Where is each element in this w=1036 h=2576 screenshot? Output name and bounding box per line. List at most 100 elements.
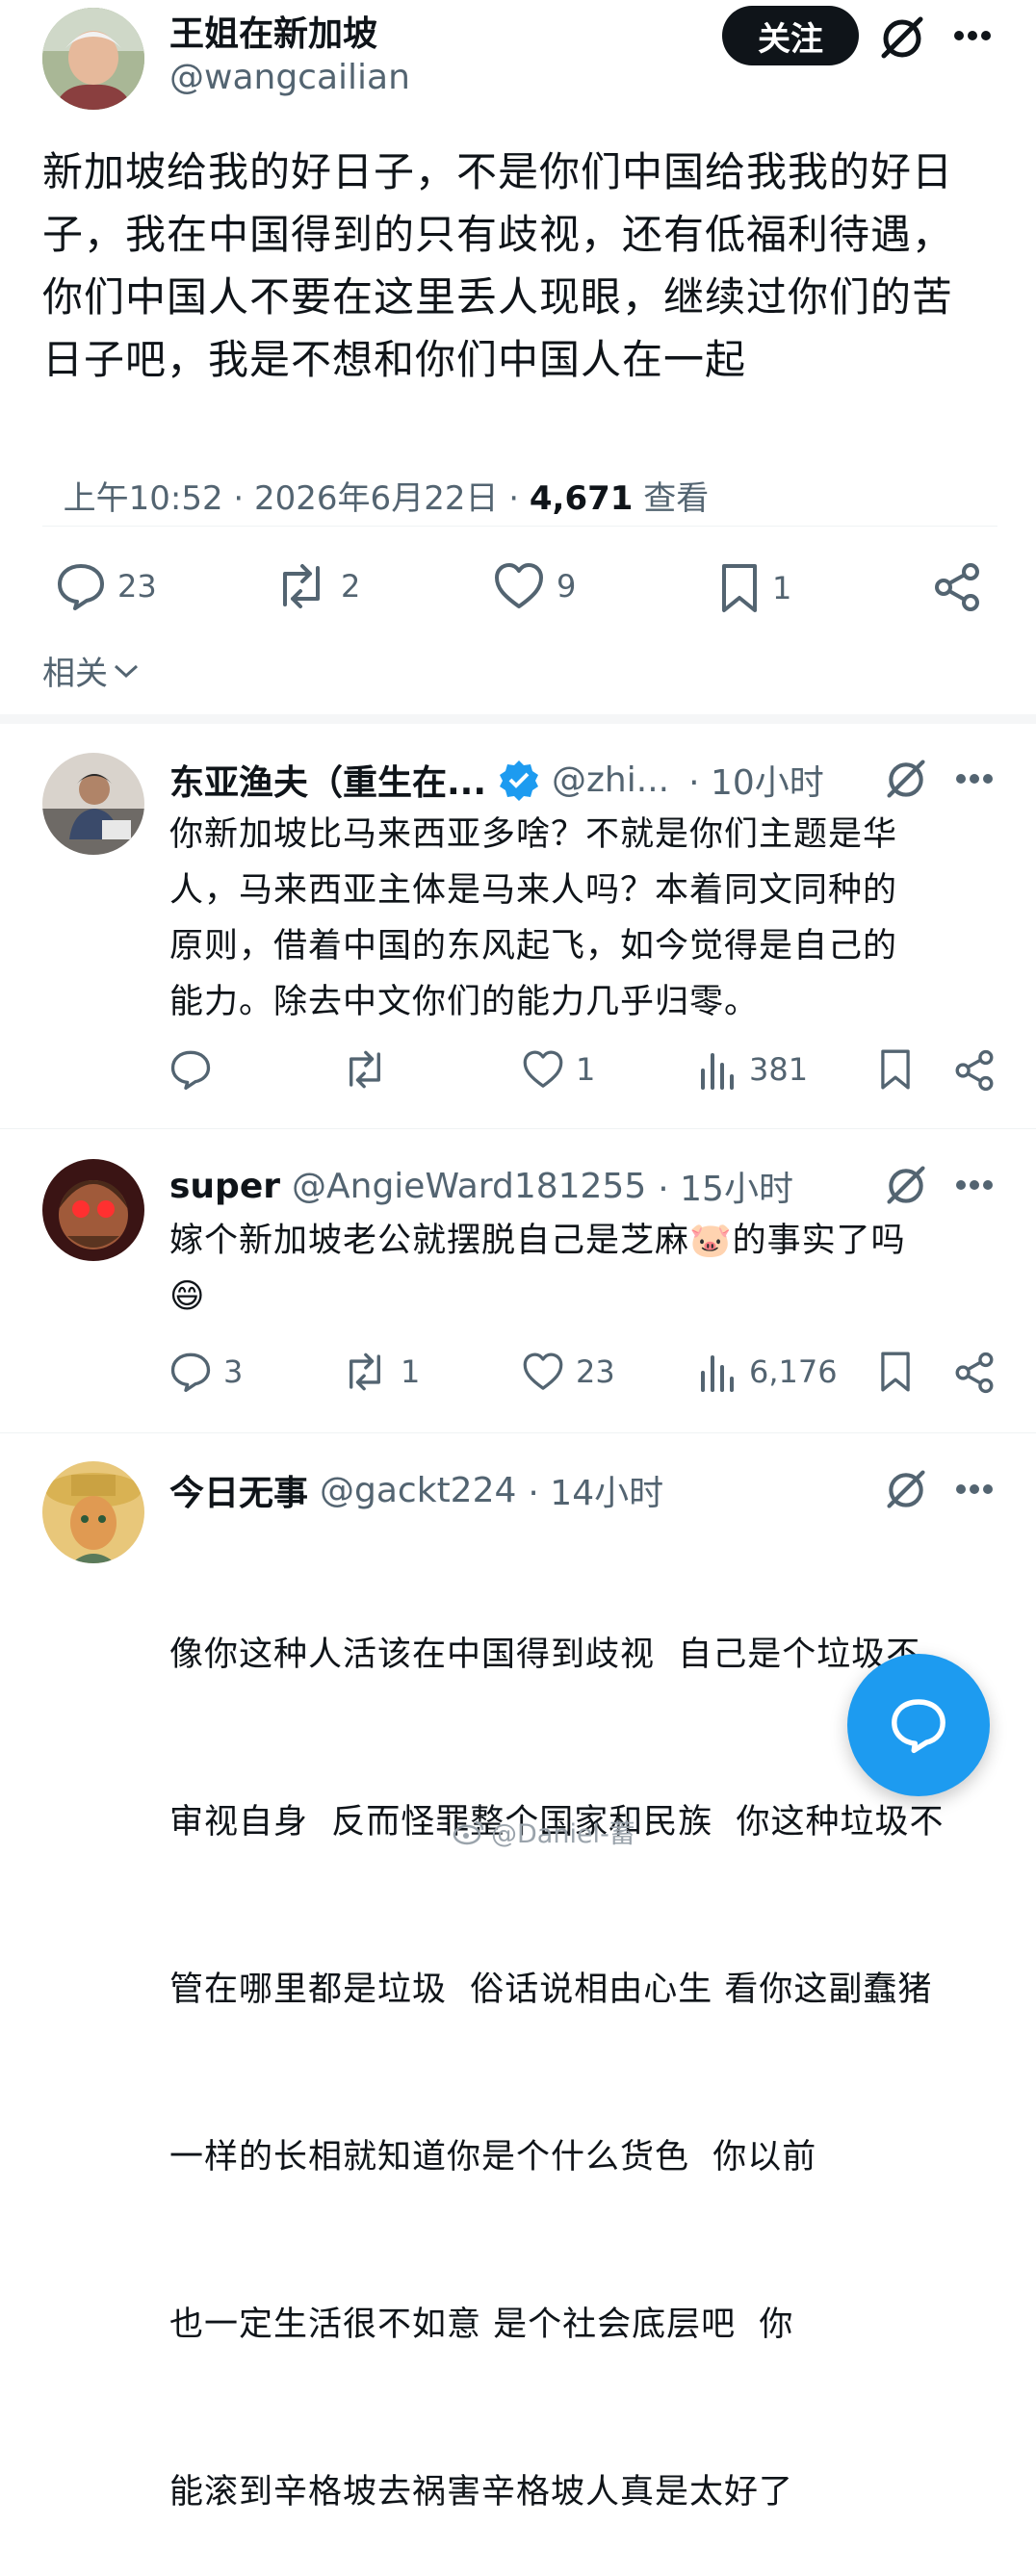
reply-author-handle[interactable]: @AngieWard181255 xyxy=(292,1167,646,1206)
reply-avatar[interactable] xyxy=(42,1461,144,1563)
verified-badge-icon xyxy=(500,760,539,801)
post-text-line: 子，我在中国得到的只有歧视，还有低福利待遇， xyxy=(42,211,954,258)
heart-icon xyxy=(523,1050,563,1088)
section-divider xyxy=(0,714,1036,724)
repost-button[interactable] xyxy=(341,1049,389,1090)
repost-count: 2 xyxy=(341,568,361,605)
post-text-line: 你们中国人不要在这里丢人现眼，继续过你们的苦 xyxy=(42,273,954,321)
reply-icon xyxy=(170,1050,211,1090)
views-button[interactable]: 6,176 xyxy=(699,1352,838,1392)
share-icon[interactable] xyxy=(953,1049,996,1092)
like-button[interactable]: 23 xyxy=(522,1352,615,1392)
heart-icon xyxy=(495,563,543,608)
like-count: 1 xyxy=(576,1051,596,1088)
reply-text-segment: 嫁个新加坡老公就摆脱自己是芝麻 xyxy=(169,1222,690,1260)
reply-time[interactable]: · 10小时 xyxy=(688,755,824,805)
grok-icon[interactable] xyxy=(884,1163,928,1207)
reply-button[interactable]: 3 xyxy=(169,1352,243,1392)
divider xyxy=(0,1432,1036,1433)
reply-header: 东亚渔夫（重生在... @zhi... · 10小时 xyxy=(169,755,994,805)
bookmark-icon[interactable] xyxy=(878,1047,913,1092)
repost-icon xyxy=(350,1352,380,1391)
follow-button[interactable]: 关注 xyxy=(722,6,859,65)
repost-button[interactable]: 1 xyxy=(341,1352,420,1392)
grok-icon[interactable] xyxy=(884,1467,928,1511)
related-toggle[interactable]: 相关 xyxy=(42,647,141,694)
share-icon[interactable] xyxy=(932,562,982,612)
reply-author-name[interactable]: 今日无事 xyxy=(169,1465,308,1515)
repost-count: 1 xyxy=(401,1353,421,1390)
reply-text-segment: 的事实了吗 xyxy=(732,1222,906,1260)
chevron-down-icon xyxy=(114,664,139,678)
author-avatar[interactable] xyxy=(42,8,144,110)
weibo-logo-icon xyxy=(453,1820,484,1844)
reply-author-name[interactable]: super xyxy=(169,1167,280,1206)
post-text-line: 新加坡给我的好日子，不是你们中国给我我的好日 xyxy=(42,148,954,195)
post-meta: 上午10:52 · 2026年6月22日 · 4,671 查看 xyxy=(42,433,710,519)
views-button[interactable]: 381 xyxy=(699,1049,808,1090)
reply-text: 嫁个新加坡老公就摆脱自己是芝麻🐷的事实了吗 😄 xyxy=(169,1213,1017,1325)
reply-icon xyxy=(170,1352,211,1392)
reply-time[interactable]: · 15小时 xyxy=(658,1161,793,1211)
bookmark-count: 1 xyxy=(772,570,792,606)
author-handle[interactable]: @wangcailian xyxy=(169,58,410,97)
grok-icon[interactable] xyxy=(878,13,926,62)
repost-button[interactable]: 2 xyxy=(273,562,360,610)
reply-text-line: 一样的长相就知道你是个什么货色 你以前 xyxy=(169,2138,817,2177)
reply-author-handle[interactable]: @zhi... xyxy=(552,760,669,800)
post-text: 新加坡给我的好日子，不是你们中国给我我的好日 子，我在中国得到的只有歧视，还有低… xyxy=(42,141,1005,391)
more-icon[interactable] xyxy=(955,772,994,786)
divider xyxy=(42,526,997,527)
reply-text-line: 能滚到辛格坡去祸害辛格坡人真是太好了 xyxy=(169,2473,794,2512)
reply-avatar[interactable] xyxy=(42,753,144,855)
heart-icon xyxy=(523,1352,563,1390)
post-timestamp[interactable]: 上午10:52 · 2026年6月22日 · xyxy=(64,479,530,518)
more-icon[interactable] xyxy=(955,1178,994,1192)
like-count: 23 xyxy=(576,1353,615,1390)
like-count: 9 xyxy=(557,568,577,605)
author-name[interactable]: 王姐在新加坡 xyxy=(169,6,377,56)
bookmark-button[interactable]: 1 xyxy=(718,562,791,614)
like-button[interactable]: 9 xyxy=(493,562,576,610)
post-text-line: 日子吧，我是不想和你们中国人在一起 xyxy=(42,336,747,383)
chat-bubble-icon xyxy=(892,1699,945,1754)
view-count: 4,671 xyxy=(529,479,634,518)
bookmark-icon[interactable] xyxy=(878,1350,913,1394)
grin-emoji: 😄 xyxy=(169,1277,206,1316)
more-icon[interactable] xyxy=(953,29,992,42)
reply-text-line: 你新加坡比马来西亚多啥？不就是你们主题是华 xyxy=(169,815,898,854)
related-label: 相关 xyxy=(42,655,108,693)
reply-header: 今日无事 @gackt224 · 14小时 xyxy=(169,1465,863,1515)
view-count: 381 xyxy=(749,1051,809,1088)
reply-author-name[interactable]: 东亚渔夫（重生在... xyxy=(169,755,486,805)
reply-text-line: 嫁个新加坡老公就摆脱自己是芝麻🐷的事实了吗 xyxy=(169,1213,1017,1269)
reply-button[interactable] xyxy=(169,1049,212,1090)
view-count: 6,176 xyxy=(749,1353,838,1390)
watermark-text: @Daniel-蓄 xyxy=(491,1819,635,1849)
view-label: 查看 xyxy=(633,479,710,518)
reply-button[interactable]: 23 xyxy=(56,562,157,610)
pig-emoji: 🐷 xyxy=(689,1222,733,1260)
compose-reply-button[interactable] xyxy=(847,1654,990,1796)
like-button[interactable]: 1 xyxy=(522,1049,595,1090)
reply-author-handle[interactable]: @gackt224 xyxy=(320,1471,516,1510)
divider xyxy=(0,1128,1036,1129)
repost-icon xyxy=(283,564,320,608)
reply-text-line: 人，马来西亚主体是马来人吗？本着同文同种的 xyxy=(169,871,898,910)
reply-time[interactable]: · 14小时 xyxy=(528,1465,663,1515)
bookmark-icon xyxy=(722,564,757,612)
reply-avatar[interactable] xyxy=(42,1159,144,1261)
more-icon[interactable] xyxy=(955,1482,994,1496)
watermark: @Daniel-蓄 xyxy=(453,1813,635,1850)
reply-count: 3 xyxy=(223,1353,244,1390)
grok-icon[interactable] xyxy=(884,757,928,801)
repost-icon xyxy=(350,1050,380,1089)
reply-text: 你新加坡比马来西亚多啥？不就是你们主题是华 人，马来西亚主体是马来人吗？本着同文… xyxy=(169,807,1017,1030)
reply-count: 23 xyxy=(117,568,157,605)
analytics-icon xyxy=(701,1053,734,1090)
reply-text-line: 管在哪里都是垃圾 俗话说相由心生 看你这副蠢猪 xyxy=(169,1971,933,2009)
reply-header: super @AngieWard181255 · 15小时 xyxy=(169,1161,863,1211)
reply-text-line: 能力。除去中文你们的能力几乎归零。 xyxy=(169,983,760,1021)
share-icon[interactable] xyxy=(953,1352,996,1394)
reply-text-line: 原则，借着中国的东风起飞，如今觉得是自己的 xyxy=(169,927,898,966)
